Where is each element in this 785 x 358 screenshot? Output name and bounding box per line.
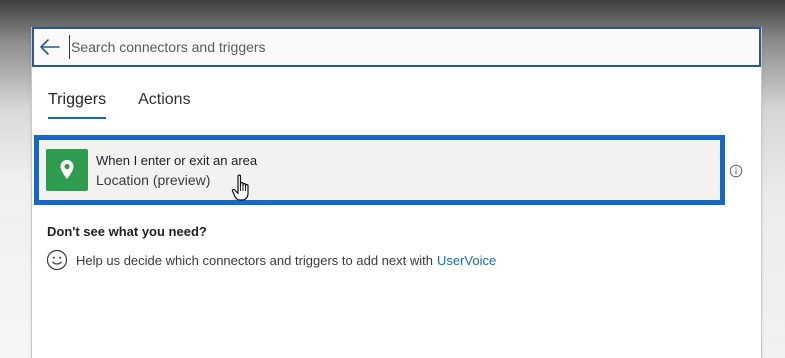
help-row: Help us decide which connectors and trig…: [46, 249, 496, 271]
uservoice-link[interactable]: UserVoice: [437, 253, 496, 268]
info-icon[interactable]: [729, 164, 743, 178]
trigger-item-location[interactable]: When I enter or exit an area Location (p…: [39, 140, 720, 200]
smiley-face-icon: [46, 249, 68, 271]
add-trigger-panel: Triggers Actions When I enter or exit an…: [31, 27, 762, 358]
search-bar: [32, 27, 761, 67]
help-heading: Don't see what you need?: [47, 224, 207, 239]
tab-bar: Triggers Actions: [48, 89, 191, 119]
background-strip: [760, 0, 785, 358]
back-arrow-icon[interactable]: [39, 36, 61, 58]
help-text: Help us decide which connectors and trig…: [76, 252, 433, 268]
hand-pointer-cursor-icon: [230, 173, 256, 203]
search-input[interactable]: [69, 35, 759, 59]
tab-actions[interactable]: Actions: [138, 89, 190, 119]
tab-triggers[interactable]: Triggers: [48, 89, 107, 119]
trigger-title: When I enter or exit an area: [96, 152, 258, 168]
location-pin-icon: [46, 149, 88, 191]
